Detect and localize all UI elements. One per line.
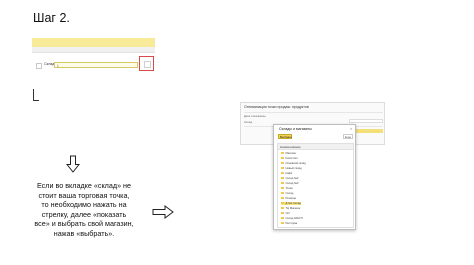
folder-icon <box>281 187 284 190</box>
list-item[interactable]: Склад №2 <box>281 177 298 180</box>
list-item[interactable]: Склад <box>281 192 293 195</box>
instruction-text: Если во вкладке «склад» не стоит ваша то… <box>34 181 134 238</box>
list-item-label: Магазин <box>285 152 296 155</box>
folder-icon <box>281 207 284 210</box>
list-item[interactable]: Опт <box>281 212 290 215</box>
list-item[interactable]: Кафе <box>281 172 292 175</box>
list-item[interactable]: Киоск №1 <box>281 157 298 160</box>
window-row-label-1: Дата и магазины <box>244 114 266 118</box>
folder-icon <box>281 182 284 185</box>
list-item-label: Д №1 Склад <box>285 202 301 205</box>
folder-icon <box>281 152 284 155</box>
folder-icon <box>281 172 284 175</box>
warehouses-dialog: Склады и магазины × Выбрать Еще Наименов… <box>273 124 356 230</box>
list-item-label: Кафе <box>285 172 293 175</box>
list-item-label: Опт <box>285 212 291 215</box>
list-item[interactable]: Точка <box>281 187 293 190</box>
list-item[interactable]: Основной склад <box>281 162 306 165</box>
select-button[interactable]: Выбрать <box>278 134 292 139</box>
warehouse-field-row: Склад 1 <box>32 61 155 71</box>
warehouse-input[interactable]: 1 <box>54 62 138 68</box>
form-header-band <box>32 38 155 47</box>
list-item-label: Новый склад <box>285 167 302 170</box>
select-arrow-button[interactable] <box>144 61 151 68</box>
list-item[interactable]: Д №1 Склад <box>281 202 301 205</box>
list-item-label: Основной склад <box>285 162 306 165</box>
list-item[interactable]: Магазин <box>281 152 296 155</box>
list-item-label: Розница <box>285 197 296 200</box>
list-item[interactable]: Новый склад <box>281 167 302 170</box>
list-item[interactable]: ТЦ Магазин <box>281 207 300 210</box>
folder-icon <box>281 222 284 225</box>
arrow-down-icon <box>66 155 80 173</box>
folder-icon <box>281 192 284 195</box>
warehouse-label: Склад <box>44 62 55 66</box>
folder-icon <box>281 167 284 170</box>
form-crop: Склад 1 <box>32 38 155 88</box>
folder-icon <box>281 217 284 220</box>
folder-icon <box>281 157 284 160</box>
select-arrow-highlight[interactable] <box>139 56 154 71</box>
list-item-label: Склад №3 <box>285 182 299 185</box>
form-toolbar-band <box>32 47 155 53</box>
list-item[interactable]: Розница <box>281 197 296 200</box>
folder-icon <box>281 162 284 165</box>
corner-bracket <box>33 89 39 101</box>
column-header: Наименование <box>280 145 301 149</box>
list-item[interactable]: Ресторан <box>281 222 297 225</box>
list-item-label: Склад №2 <box>285 177 299 180</box>
list-item-label: Точка <box>285 187 293 190</box>
list-item[interactable]: Склад №3 <box>281 182 298 185</box>
list-item-label: Склад <box>285 192 294 195</box>
window-divider <box>244 112 383 113</box>
warehouse-list: Наименование Магазин Киоск №1 Основной скл… <box>277 143 354 228</box>
list-item-label: Склад ЗАКУП <box>285 217 303 220</box>
dialog-title: Склады и магазины <box>279 127 312 131</box>
folder-icon <box>281 212 284 215</box>
close-icon[interactable]: × <box>350 126 352 131</box>
list-item[interactable]: Склад ЗАКУП <box>281 217 303 220</box>
warehouse-value: 1 <box>57 63 59 68</box>
select-button-label: Выбрать <box>280 135 293 140</box>
arrow-right-icon <box>152 205 174 219</box>
folder-icon <box>281 177 284 180</box>
window-title: Оптимизация точки продаж: продуктов <box>244 105 309 109</box>
folder-icon <box>281 197 284 200</box>
list-item-label: Киоск №1 <box>285 157 298 160</box>
warehouse-checkbox[interactable] <box>36 63 42 69</box>
step-heading: Шаг 2. <box>33 11 70 25</box>
list-header: Наименование <box>278 144 353 150</box>
folder-icon <box>281 202 284 205</box>
window-row-label-2: Склад <box>244 120 253 124</box>
list-item-label: ТЦ Магазин <box>285 207 301 210</box>
more-button[interactable]: Еще <box>343 134 353 139</box>
list-item-label: Ресторан <box>285 222 298 225</box>
window-field[interactable] <box>349 119 383 123</box>
